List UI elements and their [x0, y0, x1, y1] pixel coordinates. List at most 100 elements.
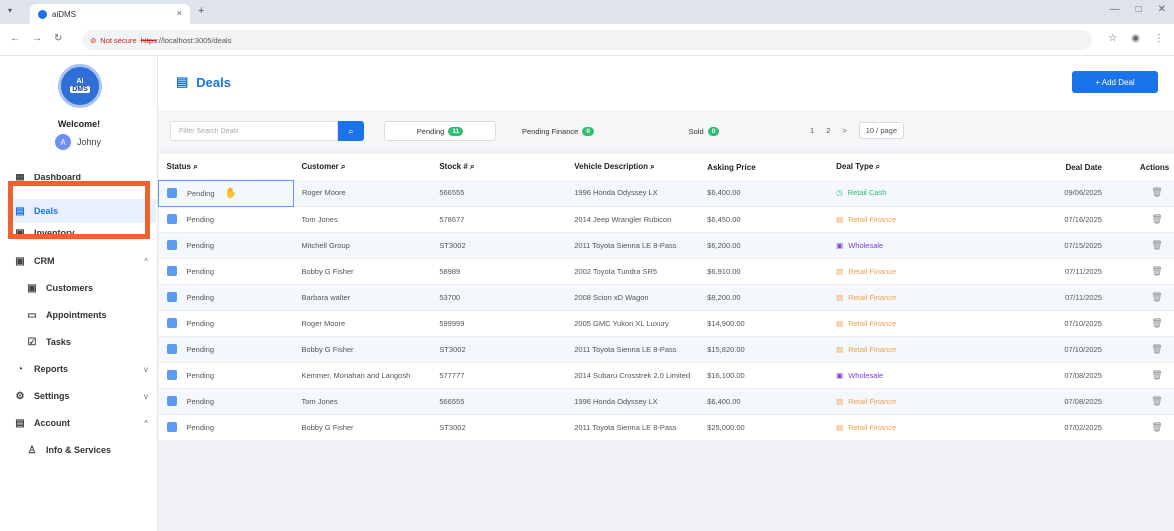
forward-icon[interactable]: → [32, 33, 42, 44]
tab-search-icon[interactable]: ▾ [8, 6, 12, 15]
add-deal-button[interactable]: + Add Deal [1072, 71, 1158, 93]
status-cell[interactable]: Pending [158, 310, 294, 337]
vehicle-cell: 2002 Toyota Tundra SR5 [566, 258, 700, 285]
table-row[interactable]: Pending Kemmer, Monahan and Langosh 577777… [158, 362, 1174, 389]
filter-sold[interactable]: Sold 0 [648, 121, 760, 141]
browser-tab[interactable]: aiDMS × [30, 4, 190, 24]
tab-close-icon[interactable]: × [177, 8, 182, 18]
status-cell[interactable]: Pending [158, 336, 294, 363]
table-row[interactable]: Pending Bobby G Fisher ST3002 2011 Toyota S… [158, 414, 1174, 441]
table-row[interactable]: Pending Roger Moore 599999 2005 GMC Yukon X… [158, 310, 1174, 337]
sidebar-item-reports[interactable]: ◔ Reports v [14, 357, 154, 381]
customer-cell: Roger Moore [293, 180, 432, 207]
col-price[interactable]: Asking Price [699, 154, 829, 180]
table-row[interactable]: Pending ✋ Roger Moore 566555 1996 Honda Odys… [158, 179, 1174, 207]
customer-cell: Barbara walter [293, 284, 432, 311]
status-text: Pending [187, 188, 215, 198]
status-icon [166, 396, 177, 406]
not-secure-label: Not secure [100, 35, 137, 45]
col-deal-date[interactable]: Deal Date [1014, 154, 1132, 180]
table-row[interactable]: Pending Bobby G Fisher 58989 2002 Toyota Tu… [158, 258, 1174, 285]
status-cell[interactable]: Pending [158, 284, 294, 311]
app-logo: AI DMS [58, 64, 102, 108]
price-cell: $14,900.00 [699, 310, 829, 337]
delete-icon[interactable]: 🗑 [1131, 414, 1174, 441]
search-icon: ⌕ [875, 162, 881, 171]
deal-type-cell: ◷ Retail Cash [828, 180, 1015, 207]
customer-cell: Bobby G Fisher [293, 258, 432, 285]
page-2[interactable]: 2 [826, 126, 830, 135]
table-row[interactable]: Pending Bobby G Fisher ST3002 2011 Toyota S… [158, 336, 1174, 363]
status-icon [166, 344, 177, 354]
back-icon[interactable]: ← [10, 33, 20, 44]
sidebar-item-tasks[interactable]: ☑ Tasks [26, 330, 154, 354]
delete-icon[interactable]: 🗑 [1131, 232, 1174, 259]
delete-icon[interactable]: 🗑 [1131, 362, 1174, 389]
status-text: Pending [186, 422, 215, 432]
table-row[interactable]: Pending Tom Jones 578677 2014 Jeep Wrangler… [158, 206, 1174, 233]
delete-icon[interactable]: 🗑 [1131, 336, 1174, 363]
delete-icon[interactable]: 🗑 [1131, 206, 1174, 233]
col-vehicle[interactable]: Vehicle Description ⌕ [566, 154, 700, 180]
filter-pending-finance[interactable]: Pending Finance 0 [502, 121, 614, 141]
col-customer[interactable]: Customer ⌕ [293, 154, 432, 180]
sidebar-item-settings[interactable]: ⚙ Settings v [14, 384, 154, 408]
vehicle-cell: 2005 GMC Yukon XL Luxury [566, 310, 700, 337]
close-window-button[interactable]: ✕ [1158, 4, 1166, 15]
delete-icon[interactable]: 🗑 [1131, 284, 1174, 311]
url-field[interactable]: ⊘ Not secure https://localhost:3005/deal… [82, 30, 1092, 50]
minimize-button[interactable]: — [1110, 4, 1120, 15]
search-input[interactable]: Filter Search Deals [170, 121, 338, 141]
status-cell[interactable]: Pending [158, 414, 294, 441]
bookmark-star-icon[interactable]: ☆ [1108, 33, 1117, 44]
table-row[interactable]: Pending Barbara walter 53700 2008 Scion xD … [158, 284, 1174, 311]
delete-icon[interactable]: 🗑 [1131, 180, 1174, 207]
deal-type-cell: ▤ Retail Finance [828, 336, 1015, 363]
sidebar-item-info-services[interactable]: ♙ Info & Services [26, 438, 154, 462]
status-text: Pending [186, 396, 215, 406]
page-title: ▤ Deals [176, 74, 231, 90]
page-size-select[interactable]: 10 / page [858, 122, 905, 139]
favicon-icon [38, 9, 47, 19]
price-cell: $6,450.00 [699, 206, 829, 233]
user-name: Johny [77, 137, 102, 147]
col-deal-type[interactable]: Deal Type ⌕ [828, 154, 1015, 180]
status-cell[interactable]: Pending [158, 232, 294, 259]
sidebar-item-crm[interactable]: ▣ CRM ^ [14, 249, 154, 273]
next-page-button[interactable]: > [842, 126, 846, 135]
deal-type-icon: ▤ [836, 318, 844, 328]
status-text: Pending [186, 344, 215, 354]
search-button[interactable]: ⌕ [338, 121, 364, 141]
filter-pending[interactable]: Pending 11 [384, 121, 496, 141]
vehicle-cell: 2014 Subaru Crosstrek 2.0 Limited [566, 362, 700, 389]
delete-icon[interactable]: 🗑 [1131, 388, 1174, 415]
chevron-down-icon: v [144, 364, 148, 374]
deal-type-icon: ▤ [836, 344, 844, 354]
table-row[interactable]: Pending Tom Jones 566555 1996 Honda Odyssey… [158, 388, 1174, 415]
new-tab-button[interactable]: + [198, 5, 204, 17]
table-row[interactable]: Pending Mitchell Group ST3002 2011 Toyota S… [158, 232, 1174, 259]
profile-icon[interactable]: ◉ [1131, 33, 1140, 44]
status-icon [166, 292, 177, 302]
col-status[interactable]: Status ⌕ [158, 154, 294, 180]
not-secure-icon: ⊘ [90, 35, 97, 45]
user-info[interactable]: A Johny [55, 134, 101, 150]
sidebar-item-appointments[interactable]: ▭ Appointments [26, 303, 154, 327]
reload-icon[interactable]: ↻ [54, 33, 62, 44]
maximize-button[interactable]: □ [1136, 4, 1142, 15]
status-cell[interactable]: Pending [158, 258, 294, 285]
status-cell[interactable]: Pending [158, 206, 294, 233]
col-stock[interactable]: Stock # ⌕ [431, 154, 567, 180]
sidebar-item-account[interactable]: ▤ Account ^ [14, 411, 154, 435]
customer-cell: Bobby G Fisher [293, 336, 432, 363]
browser-menu-icon[interactable]: ⋮ [1154, 33, 1164, 44]
delete-icon[interactable]: 🗑 [1131, 258, 1174, 285]
vehicle-cell: 1996 Honda Odyssey LX [566, 180, 700, 207]
status-cell[interactable]: Pending [158, 388, 294, 415]
delete-icon[interactable]: 🗑 [1131, 310, 1174, 337]
page-1[interactable]: 1 [810, 126, 814, 135]
status-text: Pending [186, 266, 215, 276]
sidebar-item-customers[interactable]: ▣ Customers [26, 276, 154, 300]
status-cell[interactable]: Pending ✋ [158, 179, 294, 207]
status-cell[interactable]: Pending [158, 362, 294, 389]
